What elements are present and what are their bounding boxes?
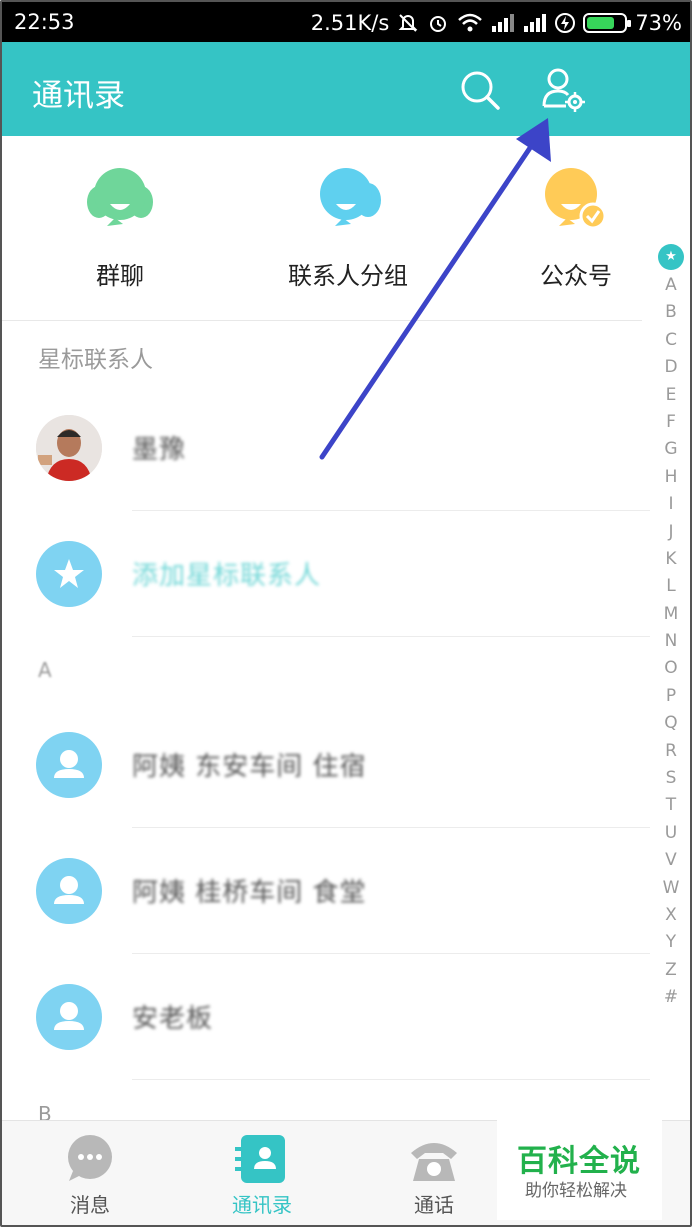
tab-label: 通话 (414, 1193, 454, 1217)
default-avatar-icon (36, 858, 102, 924)
net-speed: 2.51K/s (310, 11, 390, 35)
app-header: 通讯录 (2, 42, 690, 136)
index-letter[interactable]: D (658, 354, 684, 381)
index-letter[interactable]: G (658, 436, 684, 463)
quick-label-contact-group: 联系人分组 (288, 262, 408, 290)
mute-bell-icon (397, 12, 419, 34)
search-icon[interactable] (458, 68, 502, 112)
battery-icon (583, 13, 632, 33)
index-letter[interactable]: Z (658, 957, 684, 984)
page-title: 通讯录 (32, 78, 125, 114)
contact-group-entry[interactable]: 联系人分组 (248, 164, 448, 304)
index-letter[interactable]: X (658, 902, 684, 929)
phone-icon (407, 1135, 461, 1183)
contact-name: 墨豫 (132, 435, 187, 465)
index-letter[interactable]: H (658, 464, 684, 491)
group-chat-entry[interactable]: 群聊 (20, 164, 220, 304)
index-letter[interactable]: B (658, 299, 684, 326)
tab-calls[interactable]: 通话 (374, 1135, 494, 1225)
contact-row[interactable]: 阿姨 东安车间 住宿 (2, 702, 650, 828)
index-letter[interactable]: I (658, 491, 684, 518)
divider (2, 320, 642, 321)
contacts-icon (235, 1135, 289, 1183)
contact-group-icon (313, 164, 383, 234)
index-letter[interactable]: # (658, 984, 684, 1011)
watermark-subtitle: 助你轻松解决 (525, 1181, 627, 1201)
tab-label: 消息 (70, 1193, 110, 1217)
status-bar: 22:53 2.51K/s 73% (2, 2, 690, 42)
star-icon (36, 541, 102, 607)
official-account-icon (541, 164, 611, 234)
signal-icon-1 (491, 14, 515, 32)
index-letter[interactable]: K (658, 546, 684, 573)
index-letter[interactable]: C (658, 327, 684, 354)
index-letter[interactable]: F (658, 409, 684, 436)
index-letter[interactable]: W (658, 875, 684, 902)
index-letter[interactable]: R (658, 738, 684, 765)
signal-icon-2 (523, 14, 547, 32)
index-letter[interactable]: S (658, 765, 684, 792)
avatar (36, 415, 102, 481)
index-letters: A B C D E F G H I J K L M N O P Q R S T U V W X Y Z # (658, 272, 684, 1012)
quick-label-group-chat: 群聊 (96, 262, 144, 290)
tab-messages[interactable]: 消息 (30, 1135, 150, 1225)
alarm-icon (427, 12, 449, 34)
index-letter[interactable]: M (658, 601, 684, 628)
phone-screen: 22:53 2.51K/s 73% 通讯录 群聊 联系人分组 公众号 星标联系人… (0, 0, 692, 1227)
index-letter[interactable]: L (658, 573, 684, 600)
group-chat-icon (85, 164, 155, 234)
index-letter[interactable]: Y (658, 929, 684, 956)
quick-label-official-account: 公众号 (540, 262, 612, 290)
default-avatar-icon (36, 984, 102, 1050)
section-header-a: A (38, 658, 52, 682)
wifi-icon (457, 13, 483, 33)
index-letter[interactable]: O (658, 655, 684, 682)
contact-name: 安老板 (132, 1004, 214, 1034)
index-letter[interactable]: U (658, 820, 684, 847)
index-letter[interactable]: N (658, 628, 684, 655)
battery-percent: 73% (635, 11, 682, 35)
index-letter[interactable]: Q (658, 710, 684, 737)
index-letter[interactable]: E (658, 382, 684, 409)
index-star[interactable]: ★ (658, 244, 684, 270)
contact-settings-icon[interactable] (538, 66, 588, 116)
default-avatar-icon (36, 732, 102, 798)
index-letter[interactable]: A (658, 272, 684, 299)
contact-row[interactable]: 安老板 (2, 954, 650, 1080)
official-account-entry[interactable]: 公众号 (476, 164, 676, 304)
contact-row[interactable]: 阿姨 桂桥车间 食堂 (2, 828, 650, 954)
tab-contacts[interactable]: 通讯录 (202, 1135, 322, 1225)
contact-name: 阿姨 东安车间 住宿 (132, 752, 367, 782)
section-header-starred: 星标联系人 (38, 347, 153, 373)
watermark-title: 百科全说 (517, 1144, 641, 1179)
row-divider (132, 636, 650, 637)
charging-icon (555, 12, 576, 34)
index-letter[interactable]: J (658, 519, 684, 546)
quick-access-row: 群聊 联系人分组 公众号 (2, 136, 642, 321)
contact-name: 阿姨 桂桥车间 食堂 (132, 878, 367, 908)
index-letter[interactable]: P (658, 683, 684, 710)
index-letter[interactable]: V (658, 847, 684, 874)
add-starred-contact-row[interactable]: 添加星标联系人 (2, 511, 650, 637)
contact-row[interactable]: 墨豫 (2, 385, 650, 511)
row-divider (132, 1079, 650, 1080)
alphabet-index[interactable]: ★ A B C D E F G H I J K L M N O P Q R S T U V W X Y Z # (658, 244, 684, 1012)
status-time: 22:53 (14, 10, 75, 34)
watermark: 百科全说 助你轻松解决 (497, 1120, 662, 1220)
add-starred-label: 添加星标联系人 (132, 561, 322, 591)
index-letter[interactable]: T (658, 792, 684, 819)
tab-label: 通讯录 (232, 1193, 292, 1217)
status-icons: 2.51K/s 73% (311, 8, 682, 38)
message-icon (63, 1135, 117, 1183)
